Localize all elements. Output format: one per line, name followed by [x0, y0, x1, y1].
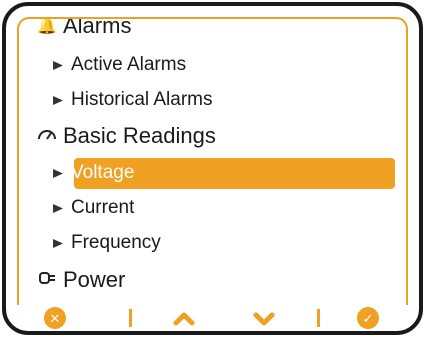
device-bezel: 🔔 Alarms ▶ Active Alarms ▶ Historical Al… — [2, 2, 423, 335]
chevron-right-icon: ▶ — [53, 235, 63, 250]
close-icon[interactable]: ✕ — [44, 307, 66, 329]
chevron-right-icon: ▶ — [53, 165, 63, 180]
menu-item-active-alarms[interactable]: ▶ Active Alarms — [53, 50, 186, 80]
toolbar-divider — [129, 309, 132, 327]
menu-section-basic-readings[interactable]: Basic Readings — [37, 121, 216, 151]
chevron-down-icon[interactable] — [253, 308, 275, 330]
menu-item-label: Active Alarms — [71, 54, 187, 75]
gauge-icon — [37, 127, 63, 146]
toolbar-divider — [317, 309, 320, 327]
bell-icon: 🔔 — [37, 18, 57, 35]
checkmark-icon[interactable]: ✓ — [357, 307, 379, 329]
plug-icon — [37, 271, 63, 290]
menu-section-label: Alarms — [63, 17, 132, 38]
chevron-right-icon: ▶ — [53, 57, 63, 72]
menu-item-label: Frequency — [71, 232, 161, 253]
chevron-right-icon: ▶ — [53, 92, 63, 107]
chevron-up-icon[interactable] — [173, 308, 195, 330]
menu-item-label: Historical Alarms — [71, 89, 213, 110]
menu-screen: 🔔 Alarms ▶ Active Alarms ▶ Historical Al… — [17, 17, 408, 305]
menu-section-alarms[interactable]: 🔔 Alarms — [37, 17, 132, 41]
menu-section-power[interactable]: Power — [37, 265, 125, 295]
menu-section-label: Basic Readings — [63, 123, 216, 148]
menu-item-voltage[interactable]: ▶ Voltage — [53, 158, 134, 188]
menu-item-historical-alarms[interactable]: ▶ Historical Alarms — [53, 85, 212, 115]
softkey-toolbar: ✕ ✓ — [17, 305, 408, 331]
menu-item-label: Voltage — [71, 162, 135, 183]
menu-item-frequency[interactable]: ▶ Frequency — [53, 228, 161, 258]
menu-item-label: Current — [71, 197, 135, 218]
menu-item-current[interactable]: ▶ Current — [53, 193, 134, 223]
chevron-right-icon: ▶ — [53, 200, 63, 215]
menu-section-label: Power — [63, 267, 126, 292]
